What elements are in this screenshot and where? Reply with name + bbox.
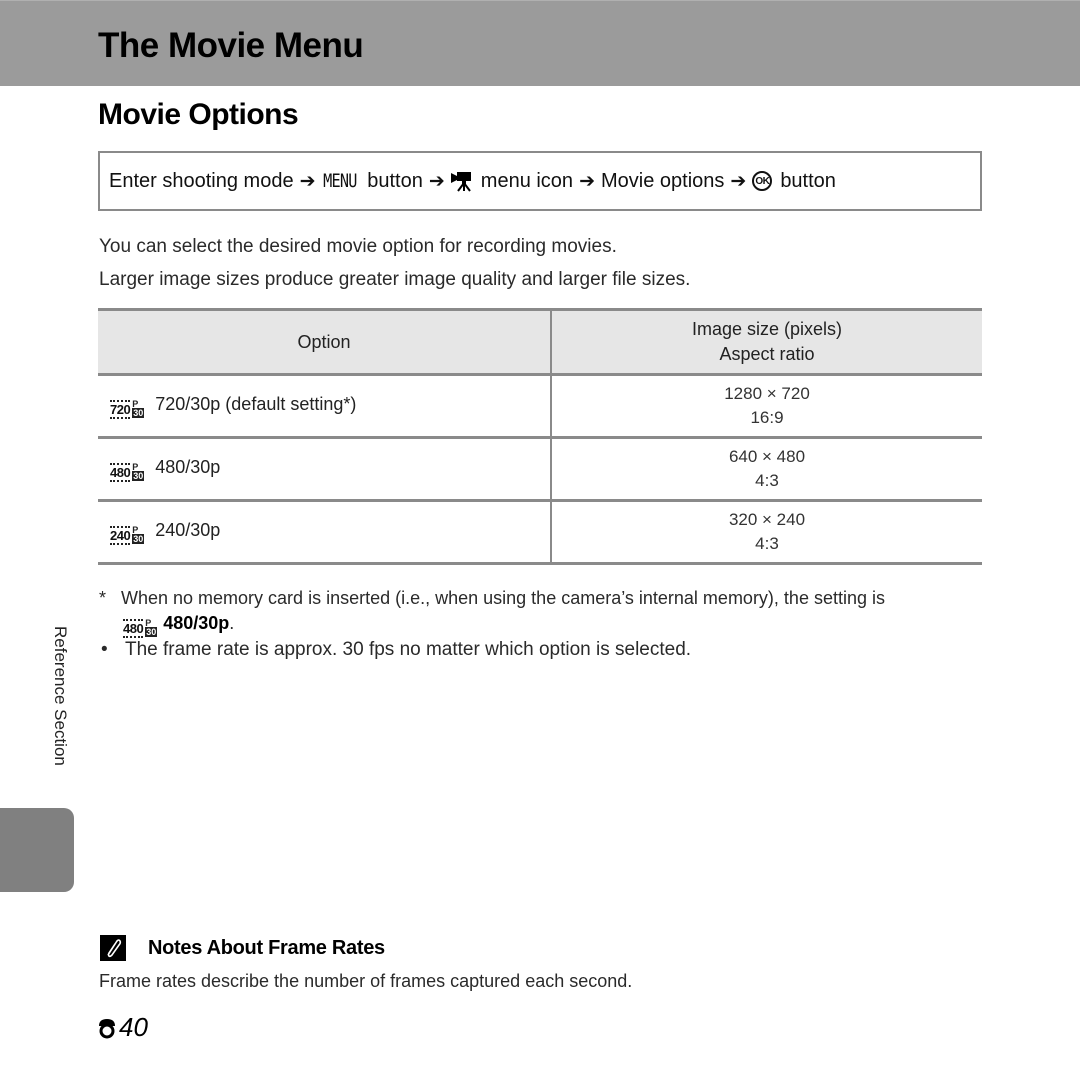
footnote-text: When no memory card is inserted (i.e., w…: [121, 588, 885, 608]
aspect-ratio: 16:9: [750, 408, 784, 427]
size-cell: 320 × 240 4:3: [551, 499, 982, 565]
aspect-ratio: 4:3: [755, 534, 779, 553]
reference-section-icon: [99, 1018, 115, 1038]
footnote-period: .: [229, 613, 235, 633]
bullet-marker: •: [101, 639, 108, 660]
nav-step-menu-icon: menu icon: [480, 169, 574, 192]
intro-text-2: Larger image sizes produce greater image…: [99, 269, 691, 290]
table-row: 240 P 30 240/30p 320 × 240 4:3: [98, 499, 982, 565]
option-cell: 240 P 30 240/30p: [98, 499, 552, 565]
notes-title: Notes About Frame Rates: [148, 936, 385, 959]
side-section-label: Reference Section: [51, 626, 70, 766]
notes-text: Frame rates describe the number of frame…: [99, 971, 633, 991]
movie-720-30p-icon: 720 P 30: [110, 398, 145, 419]
movie-480-30p-icon: 480 P 30: [110, 461, 145, 482]
table-row: 720 P 30 720/30p (default setting*) 1280 …: [98, 373, 982, 439]
column-header-size-line1: Image size (pixels): [691, 319, 843, 339]
pencil-icon: [100, 935, 126, 961]
bullet-item: • The frame rate is approx. 30 fps no mat…: [101, 639, 691, 661]
arrow-right-icon: ➔: [579, 170, 595, 192]
menu-button-icon: MENU: [323, 170, 358, 192]
size-cell: 1280 × 720 16:9: [551, 373, 982, 439]
aspect-ratio: 4:3: [755, 471, 779, 490]
nav-step-ok-button: button: [780, 169, 836, 192]
ok-button-icon: OK: [752, 171, 773, 191]
nav-step-movie-options: Movie options: [600, 169, 725, 192]
option-label: 720/30p (default setting*): [155, 393, 357, 414]
movie-240-30p-icon: 240 P 30: [110, 524, 145, 545]
option-label: 480/30p: [155, 456, 221, 477]
page-number: 40: [96, 1012, 148, 1043]
size-cell: 640 × 480 4:3: [551, 436, 982, 502]
image-size: 1280 × 720: [724, 384, 810, 403]
footnote: * When no memory card is inserted (i.e., …: [99, 588, 979, 638]
page-number-value: 40: [119, 1012, 148, 1042]
section-title: Movie Options: [98, 98, 299, 131]
option-cell: 480 P 30 480/30p: [98, 436, 552, 502]
footnote-marker: *: [99, 588, 107, 608]
navigation-path: Enter shooting mode ➔ MENU button ➔ menu…: [98, 151, 982, 211]
arrow-right-icon: ➔: [428, 170, 445, 192]
movie-camera-icon: [450, 172, 471, 192]
arrow-right-icon: ➔: [299, 170, 316, 192]
movie-options-table: Option Image size (pixels) Aspect ratio …: [98, 308, 982, 565]
option-cell: 720 P 30 720/30p (default setting*): [98, 373, 552, 439]
column-header-option: Option: [98, 308, 552, 376]
footnote-value: 480/30p: [163, 613, 230, 633]
image-size: 640 × 480: [728, 447, 806, 466]
table-row: 480 P 30 480/30p 640 × 480 4:3: [98, 436, 982, 502]
table-header-row: Option Image size (pixels) Aspect ratio: [98, 308, 982, 376]
column-header-size: Image size (pixels) Aspect ratio: [551, 308, 982, 376]
section-tab: [0, 808, 74, 892]
bullet-text: The frame rate is approx. 30 fps no matt…: [125, 639, 692, 660]
arrow-right-icon: ➔: [730, 170, 747, 192]
nav-step-shooting-mode: Enter shooting mode: [109, 169, 294, 192]
nav-step-button: button: [367, 169, 423, 192]
page-title: The Movie Menu: [98, 26, 364, 65]
intro-text-1: You can select the desired movie option …: [99, 236, 617, 257]
column-header-size-line2: Aspect ratio: [719, 344, 815, 364]
option-label: 240/30p: [155, 519, 221, 540]
image-size: 320 × 240: [728, 510, 806, 529]
movie-480-30p-icon: 480 P 30: [123, 618, 158, 638]
notes-heading: Notes About Frame Rates: [100, 935, 385, 961]
